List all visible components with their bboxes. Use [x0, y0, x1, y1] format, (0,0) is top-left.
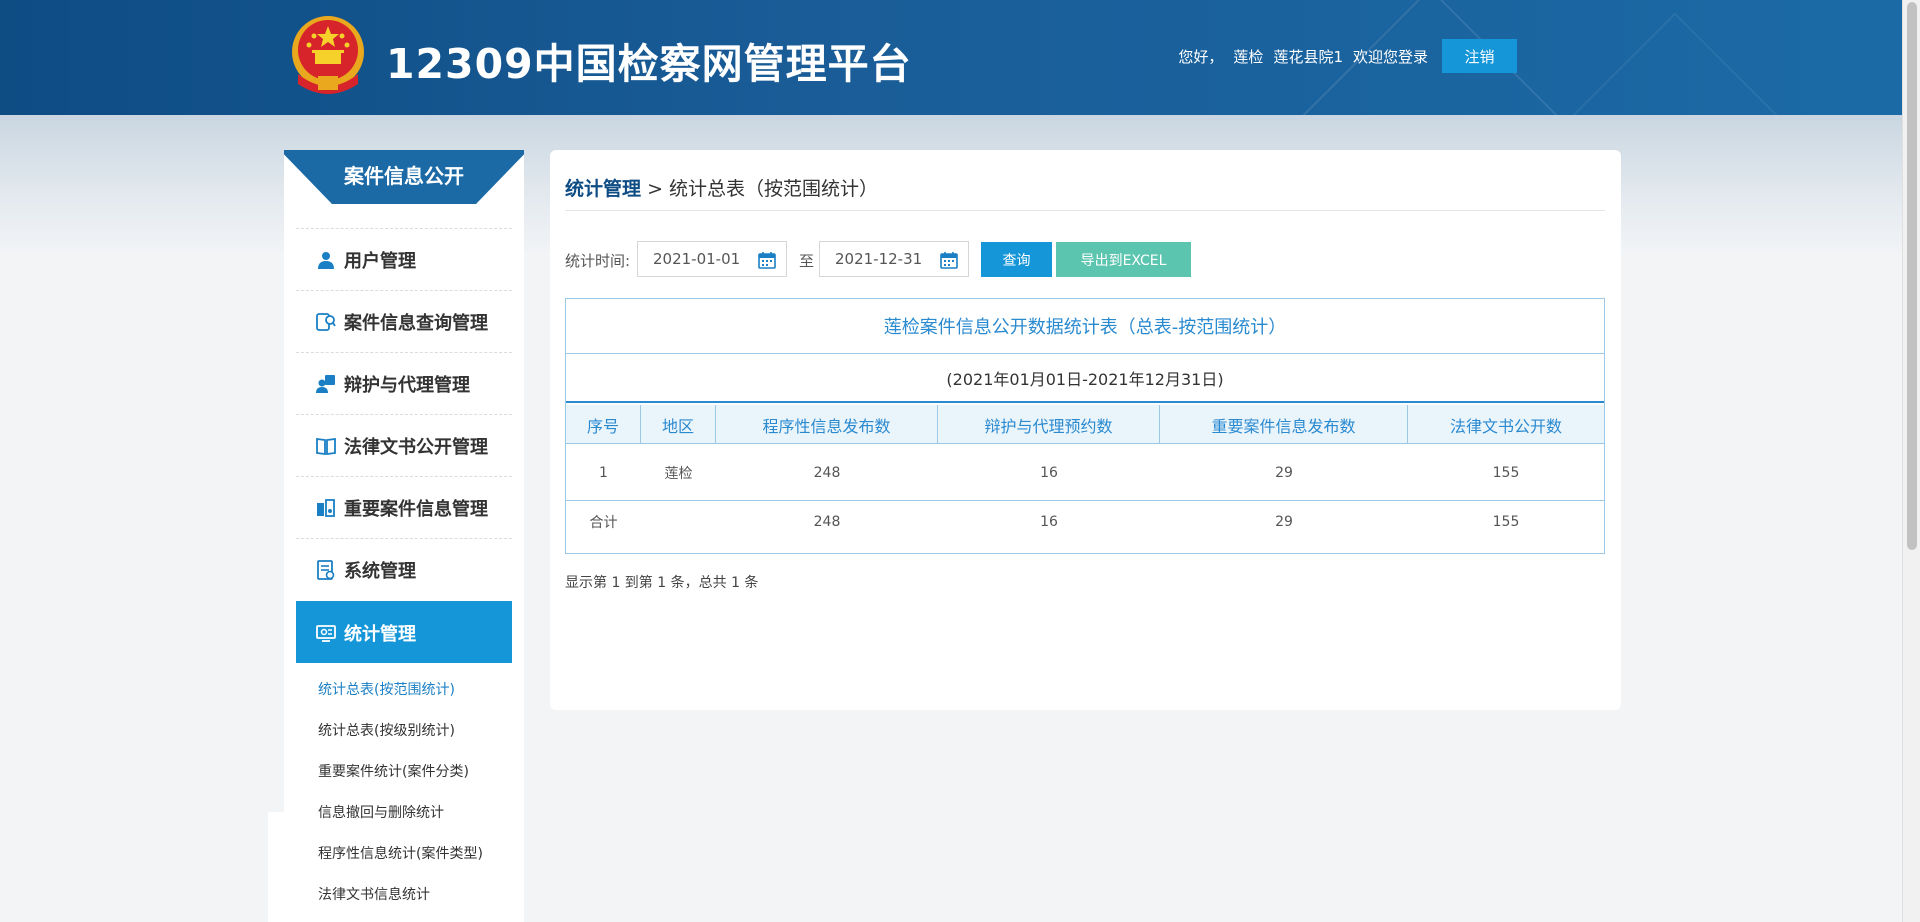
table-cell: 155	[1492, 514, 1520, 530]
date-to-value: 2021-12-31	[835, 250, 923, 268]
important-case-icon	[316, 498, 336, 518]
table-header-cell: 地区	[641, 405, 716, 444]
sidebar-item-label: 重要案件信息管理	[344, 498, 488, 520]
user-icon	[316, 250, 336, 270]
sidebar-banner-title: 案件信息公开	[344, 164, 464, 188]
submenu-item-procedural-info-stats[interactable]: 程序性信息统计(案件类型)	[318, 843, 483, 863]
table-header-cell: 程序性信息发布数	[716, 405, 938, 444]
sidebar-item-legal-documents[interactable]: 法律文书公开管理	[296, 414, 512, 476]
sidebar-item-label: 系统管理	[344, 560, 416, 582]
sidebar-item-label: 案件信息查询管理	[344, 312, 488, 334]
table-cell: 莲检	[664, 465, 693, 482]
table-title: 莲检案件信息公开数据统计表（总表-按范围统计）	[566, 299, 1604, 354]
table-cell: 16	[1040, 464, 1058, 481]
export-excel-button[interactable]: 导出到EXCEL	[1056, 242, 1191, 277]
query-button[interactable]: 查询	[981, 242, 1052, 277]
scrollbar-thumb[interactable]	[1907, 2, 1917, 550]
submenu-item-important-case-stats[interactable]: 重要案件统计(案件分类)	[318, 761, 469, 781]
date-to-label: 至	[799, 252, 815, 270]
user-info: 您好， 莲检 莲花县院1 欢迎您登录 注销	[1178, 39, 1517, 73]
date-to-input[interactable]: 2021-12-31	[819, 241, 969, 277]
national-emblem-icon	[292, 16, 364, 94]
sidebar-item-label: 统计管理	[344, 623, 416, 645]
pagination-info: 显示第 1 到第 1 条，总共 1 条	[565, 575, 759, 591]
table-header-row: 序号 地区 程序性信息发布数 辩护与代理预约数 重要案件信息发布数 法律文书公开…	[566, 405, 1604, 444]
breadcrumb-root[interactable]: 统计管理	[565, 178, 641, 200]
table-cell: 合计	[589, 515, 618, 531]
filter-time-label: 统计时间:	[565, 252, 631, 270]
sidebar-menu: 用户管理 案件信息查询管理 辩护与代理管理 法律文书公开管理 重要案件信息管理	[296, 228, 512, 663]
submenu-item-legal-doc-stats[interactable]: 法律文书信息统计	[318, 884, 430, 904]
table-cell: 16	[1040, 514, 1058, 530]
date-from-value: 2021-01-01	[653, 250, 741, 268]
sidebar-item-label: 辩护与代理管理	[344, 374, 470, 396]
breadcrumb-separator: >	[647, 178, 663, 200]
calendar-icon[interactable]	[758, 251, 776, 269]
submenu-item-scope-summary[interactable]: 统计总表(按范围统计)	[318, 679, 455, 699]
page-scrollbar[interactable]	[1902, 0, 1920, 922]
table-date-range: (2021年01月01日-2021年12月31日)	[566, 354, 1604, 403]
statistics-table: 莲检案件信息公开数据统计表（总表-按范围统计） (2021年01月01日-202…	[565, 298, 1605, 554]
header-decoration	[1512, 12, 1838, 115]
sidebar-item-statistics[interactable]: 统计管理	[296, 601, 512, 663]
table-cell: 248	[813, 514, 841, 530]
statistics-submenu	[268, 812, 524, 922]
lawyer-icon	[316, 374, 336, 394]
site-title: 12309中国检察网管理平台	[386, 40, 912, 88]
sidebar-item-system[interactable]: 系统管理	[296, 538, 512, 600]
calendar-icon[interactable]	[940, 251, 958, 269]
table-row: 1 莲检 248 16 29 155	[566, 445, 1604, 501]
table-header-cell: 重要案件信息发布数	[1160, 405, 1408, 444]
table-cell: 29	[1275, 464, 1293, 481]
submenu-item-withdraw-delete-stats[interactable]: 信息撤回与删除统计	[318, 802, 444, 822]
submenu-item-level-summary[interactable]: 统计总表(按级别统计)	[318, 720, 455, 740]
case-search-icon	[316, 312, 336, 332]
table-cell: 1	[599, 464, 608, 481]
breadcrumb: 统计管理 > 统计总表（按范围统计）	[565, 174, 878, 201]
breadcrumb-current: 统计总表（按范围统计）	[669, 178, 879, 200]
table-cell	[641, 502, 716, 542]
breadcrumb-divider	[565, 210, 1605, 211]
greeting-text: 您好，	[1178, 47, 1224, 66]
sidebar-item-defense-agency[interactable]: 辩护与代理管理	[296, 352, 512, 414]
system-icon	[316, 559, 336, 580]
user-name: 莲检	[1233, 47, 1264, 66]
sidebar-item-case-search[interactable]: 案件信息查询管理	[296, 290, 512, 352]
user-account: 莲花县院1	[1273, 47, 1343, 66]
top-header: 12309中国检察网管理平台 您好， 莲检 莲花县院1 欢迎您登录 注销	[0, 0, 1902, 115]
logout-button[interactable]: 注销	[1442, 39, 1517, 73]
sidebar-item-label: 用户管理	[344, 250, 416, 272]
sidebar-item-label: 法律文书公开管理	[344, 436, 488, 458]
table-header-cell: 序号	[566, 405, 641, 444]
table-cell: 29	[1275, 514, 1293, 530]
table-total-row: 合计 248 16 29 155	[566, 502, 1604, 542]
welcome-text: 欢迎您登录	[1352, 47, 1428, 66]
date-from-input[interactable]: 2021-01-01	[637, 241, 787, 277]
sidebar-item-users[interactable]: 用户管理	[296, 228, 512, 290]
table-cell: 155	[1492, 464, 1520, 481]
sidebar-item-important-cases[interactable]: 重要案件信息管理	[296, 476, 512, 538]
table-header-cell: 法律文书公开数	[1449, 416, 1562, 436]
table-cell: 248	[813, 464, 841, 481]
table-header-cell: 辩护与代理预约数	[938, 405, 1160, 444]
book-icon	[316, 436, 336, 456]
statistics-icon	[316, 623, 336, 643]
